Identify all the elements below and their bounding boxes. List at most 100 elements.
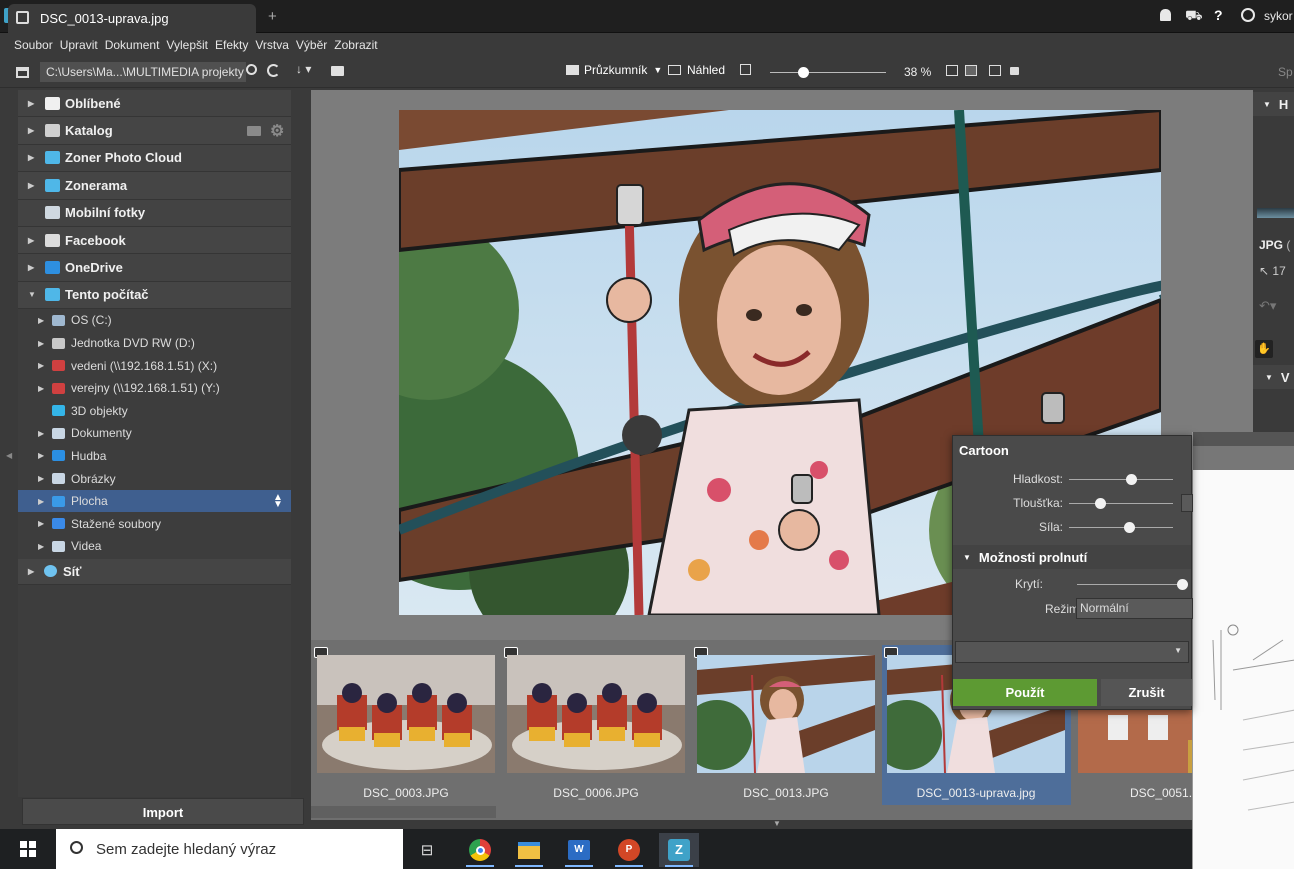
cartoon-slider-hladkost[interactable] [1069,479,1173,480]
filmstrip-thumbnail[interactable] [317,655,495,773]
filmstrip-thumbnail[interactable] [697,655,875,773]
expand-arrow-icon[interactable]: ▶ [28,236,38,245]
preview-mode-button[interactable]: Náhled [668,63,725,77]
blend-options-header[interactable]: ▼ Možnosti prolnutí [953,545,1191,569]
expand-arrow-icon[interactable]: ▶ [28,153,38,162]
new-tab-button[interactable]: + [268,8,277,25]
sort-button[interactable]: ↓ ▾ [296,62,311,76]
nav-item-sit[interactable]: ▶ Síť [18,558,291,585]
document-tab[interactable]: DSC_0013-uprava.jpg [8,4,256,33]
filmstrip-scrollbar[interactable] [311,806,496,818]
mode-select[interactable]: Normální [1076,598,1193,619]
powerpoint-icon[interactable]: P [609,833,649,867]
undo-icon[interactable]: ↶▾ [1259,298,1276,314]
opacity-slider[interactable] [1077,584,1183,585]
sort-arrows-icon[interactable]: ▲ ▼ [273,492,283,509]
cart-icon[interactable]: ⛟ [1185,7,1203,26]
taskbar-search[interactable]: Sem zadejte hledaný výraz [56,829,403,869]
compare-icon[interactable] [989,65,1001,76]
help-button[interactable]: ? [1214,7,1223,23]
external-window-icon[interactable] [740,64,751,75]
menu-dokument[interactable]: Dokument [105,38,160,52]
nav-subitem-vedeni-192-168-1-51-x[interactable]: ▶ vedeni (\\192.168.1.51) (X:) [18,354,291,377]
zoner-icon[interactable]: Z [659,833,699,867]
menu-soubor[interactable]: Soubor [14,38,53,52]
expand-arrow-icon[interactable]: ▶ [28,181,38,190]
cartoon-slider-knob[interactable] [1095,498,1107,509]
nav-item-mobilni-fotky[interactable]: Mobilní fotky [18,199,291,227]
import-button[interactable]: Import [22,798,304,825]
thickness-value-box[interactable] [1181,494,1193,512]
menu-upravit[interactable]: Upravit [60,38,98,52]
expand-arrow-icon[interactable]: ▶ [38,542,48,551]
lock-icon[interactable] [1010,67,1019,75]
nav-subitem-videa[interactable]: ▶ Videa [18,535,291,558]
nav-subitem-3d-objekty[interactable]: 3D objekty [18,400,291,423]
start-button[interactable] [0,829,56,869]
nav-item-onedrive[interactable]: ▶ OneDrive [18,254,291,282]
new-folder-icon[interactable] [331,66,344,76]
nav-item-zoner-photo-cloud[interactable]: ▶ Zoner Photo Cloud [18,144,291,173]
cartoon-slider-knob[interactable] [1126,474,1138,485]
search-icon[interactable] [246,64,257,75]
adjust-section-header[interactable]: ▼ V [1253,365,1294,389]
nav-subitem-hudba[interactable]: ▶ Hudba [18,445,291,468]
chrome-icon[interactable] [460,833,500,867]
cartoon-slider-tloustka[interactable] [1069,503,1173,504]
notifications-icon[interactable] [1160,9,1171,21]
expand-arrow-icon[interactable]: ▶ [38,316,48,325]
collapse-arrow-icon[interactable]: ▼ [28,290,38,299]
histogram-section-header[interactable]: ▼ H [1253,92,1294,116]
nav-item-oblibene[interactable]: ▶ Oblíbené [18,90,291,118]
expand-arrow-icon[interactable]: ▶ [38,339,48,348]
actual-size-icon[interactable] [946,65,958,76]
task-view-icon[interactable]: ⊟ [407,833,447,867]
expand-arrow-icon[interactable]: ▶ [38,384,48,393]
menu-vyber[interactable]: Výběr [296,38,327,52]
nav-item-tento-pocitac[interactable]: ▼ Tento počítač [18,281,291,310]
hand-tool-icon[interactable]: ✋ [1255,340,1273,358]
menu-efekty[interactable]: Efekty [215,38,248,52]
cartoon-slider-sila[interactable] [1069,527,1173,528]
expand-arrow-icon[interactable]: ▶ [28,99,38,108]
menu-vrstva[interactable]: Vrstva [255,38,289,52]
path-field[interactable]: C:\Users\Ma...\MULTIMEDIA projekty [40,62,246,82]
nav-subitem-plocha[interactable]: ▶ Plocha ▲ ▼ [18,489,291,513]
file-explorer-icon[interactable] [509,833,549,867]
add-catalog-icon[interactable] [247,126,261,137]
user-name[interactable]: sykor [1264,9,1293,23]
collapse-left-panel-icon[interactable]: ◀ [6,451,12,460]
cancel-button[interactable]: Zrušit [1101,679,1192,706]
expand-arrow-icon[interactable]: ▶ [38,451,48,460]
zoom-slider-knob[interactable] [798,67,809,78]
expand-arrow-icon[interactable]: ▶ [38,519,48,528]
menu-vylepsit[interactable]: Vylepšit [166,38,208,52]
refresh-icon[interactable] [267,64,280,77]
word-icon[interactable]: W [559,833,599,867]
panel-toggle-icon[interactable] [16,67,29,78]
expand-arrow-icon[interactable]: ▶ [38,429,48,438]
nav-subitem-dokumenty[interactable]: ▶ Dokumenty [18,422,291,445]
expand-arrow-icon[interactable]: ▶ [28,263,38,272]
fit-screen-icon[interactable] [965,65,977,76]
expand-arrow-icon[interactable]: ▶ [38,497,48,506]
collapse-filmstrip-icon[interactable]: ▼ [773,819,781,828]
gear-icon[interactable]: ⚙ [270,121,284,141]
apply-button[interactable]: Použít [953,679,1097,706]
cartoon-slider-knob[interactable] [1124,522,1136,533]
menu-zobrazit[interactable]: Zobrazit [334,38,377,52]
expand-arrow-icon[interactable]: ▶ [38,474,48,483]
filmstrip-thumbnail[interactable] [507,655,685,773]
nav-item-katalog[interactable]: ▶ Katalog ⚙ [18,117,291,145]
opacity-slider-knob[interactable] [1177,579,1188,590]
expand-arrow-icon[interactable]: ▶ [38,361,48,370]
browser-mode-button[interactable]: Průzkumník ▼ [566,63,662,77]
nav-subitem-verejny-192-168-1-51-y[interactable]: ▶ verejny (\\192.168.1.51) (Y:) [18,377,291,400]
nav-item-zonerama[interactable]: ▶ Zonerama [18,172,291,200]
nav-item-facebook[interactable]: ▶ Facebook [18,226,291,255]
nav-subitem-obrazky[interactable]: ▶ Obrázky [18,467,291,490]
nav-subitem-jednotka-dvd-rw-d[interactable]: ▶ Jednotka DVD RW (D:) [18,332,291,355]
nav-subitem-os-c[interactable]: ▶ OS (C:) [18,309,291,332]
expand-arrow-icon[interactable]: ▶ [28,567,38,576]
preset-select[interactable]: ▼ [955,641,1189,663]
